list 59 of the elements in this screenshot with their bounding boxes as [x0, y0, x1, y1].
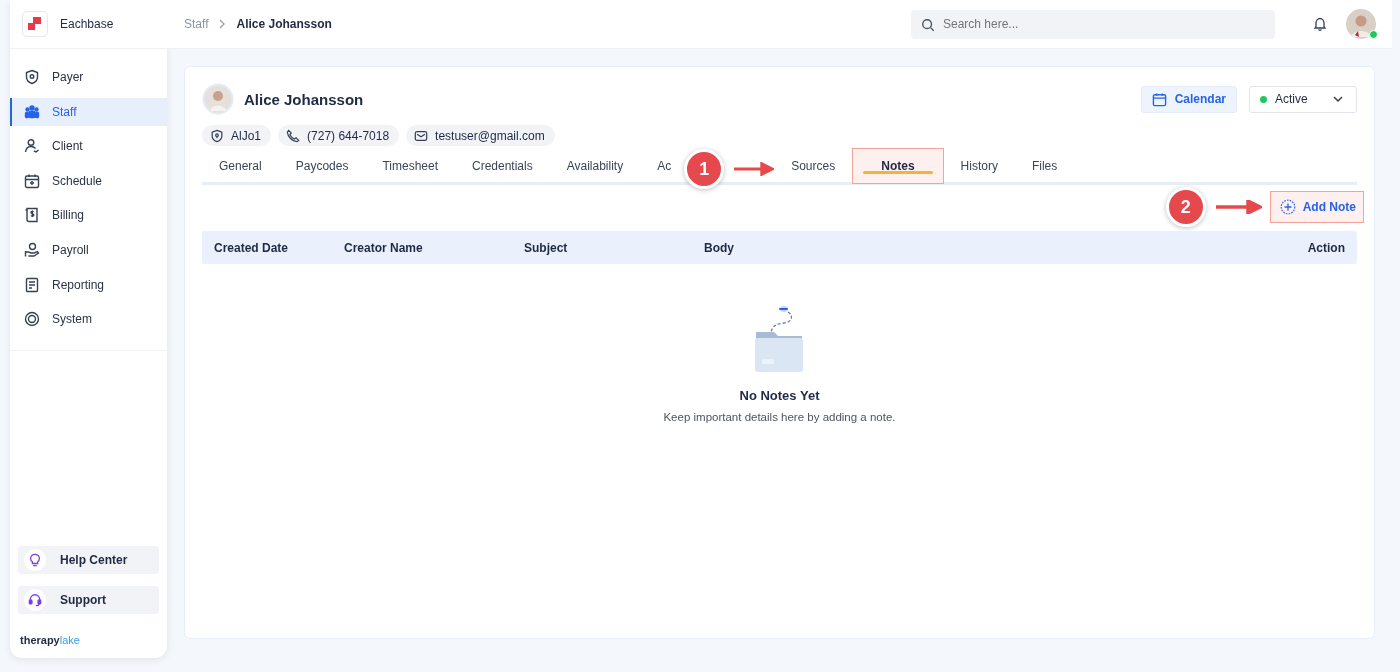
- tab[interactable]: Paycodes: [278, 147, 366, 185]
- column-header: Action: [1307, 240, 1345, 255]
- breadcrumb-current: Alice Johansson: [236, 17, 332, 31]
- mail-icon: [414, 128, 429, 143]
- sidebar-button[interactable]: Support: [18, 586, 159, 614]
- tab[interactable]: Availability: [549, 147, 641, 185]
- plus-circle-icon: [1279, 199, 1296, 215]
- empty-text: Keep important details here by adding a note.: [663, 411, 896, 423]
- people-icon: [24, 103, 40, 120]
- phone-icon: [286, 128, 301, 143]
- lightbulb-icon: [28, 553, 42, 567]
- avatar: [202, 83, 234, 115]
- person-icon: [24, 138, 40, 155]
- info-chip: testuser@gmail.com: [406, 125, 555, 146]
- tab[interactable]: Files: [1014, 147, 1075, 185]
- tab[interactable]: General: [202, 147, 279, 185]
- column-header: Subject: [524, 240, 569, 255]
- receipt-icon: [24, 207, 40, 224]
- column-header: Created Date: [214, 240, 290, 255]
- chevron-down-icon: [1332, 93, 1344, 105]
- sidebar-button[interactable]: Help Center: [18, 546, 159, 574]
- sidebar-item[interactable]: Billing: [10, 201, 167, 230]
- sidebar-item[interactable]: Payroll: [10, 235, 167, 264]
- tab[interactable]: Notes: [852, 148, 944, 184]
- sidebar-item[interactable]: System: [10, 305, 167, 334]
- hand-coin-icon: [24, 241, 40, 258]
- document-icon: [24, 276, 40, 293]
- tab[interactable]: Credentials: [455, 147, 550, 185]
- sidebar-item[interactable]: Client: [10, 132, 167, 161]
- sidebar-item[interactable]: Payer: [10, 63, 167, 91]
- app-name: Eachbase: [60, 17, 114, 31]
- column-header: Creator Name: [344, 240, 424, 255]
- sidebar-item[interactable]: Reporting: [10, 270, 167, 299]
- sidebar-item[interactable]: Staff: [10, 97, 167, 126]
- brand-logo: therapylake: [20, 634, 80, 646]
- calendar-button[interactable]: Calendar: [1140, 85, 1237, 113]
- bell-icon[interactable]: [1312, 16, 1328, 32]
- tab[interactable]: Sources: [774, 147, 853, 185]
- arrow-icon: [1215, 200, 1262, 214]
- shield-icon: [210, 128, 224, 143]
- status-dropdown[interactable]: Active: [1249, 85, 1357, 113]
- search-icon: [921, 17, 935, 32]
- ring-icon: [24, 311, 40, 328]
- arrow-icon: [734, 162, 775, 176]
- logo-icon: [22, 11, 48, 37]
- add-note-button[interactable]: Add Note: [1269, 191, 1364, 223]
- headset-icon: [28, 593, 42, 607]
- sidebar-item[interactable]: Schedule: [10, 166, 167, 195]
- profile-name: Alice Johansson: [244, 90, 364, 108]
- shield-icon: [24, 69, 40, 85]
- info-chip: (727) 644-7018: [278, 125, 400, 146]
- empty-title: No Notes Yet: [739, 388, 820, 403]
- tab[interactable]: History: [943, 147, 1015, 185]
- info-chip: AlJo1: [202, 125, 272, 146]
- calendar-icon: [1151, 91, 1167, 107]
- calendar-icon: [24, 172, 40, 189]
- column-header: Body: [704, 240, 735, 255]
- search-field[interactable]: Search here...: [911, 9, 1275, 39]
- tab[interactable]: Timesheet: [365, 147, 455, 185]
